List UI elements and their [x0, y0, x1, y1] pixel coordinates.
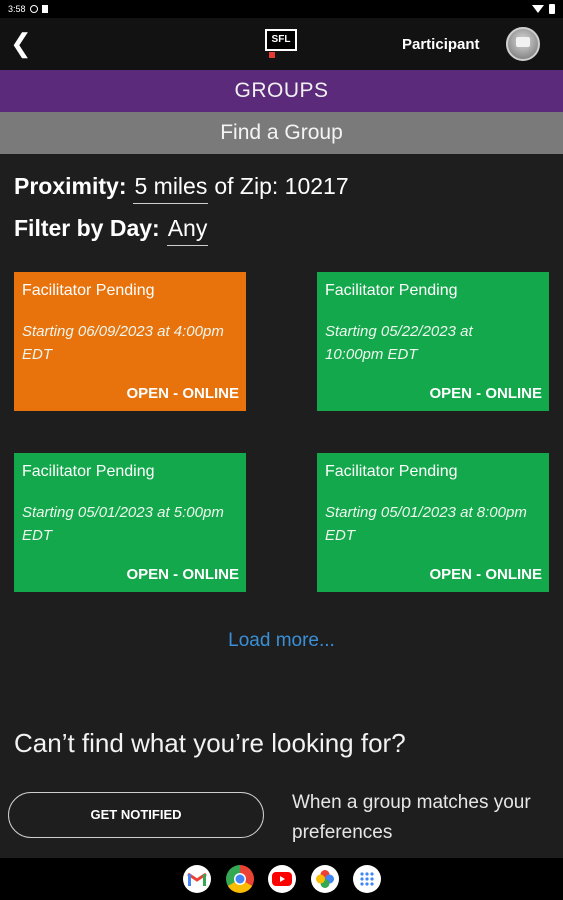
card-start-line: EDT [22, 346, 52, 363]
card-start-line: Starting 05/01/2023 at 8:00pm [325, 504, 527, 521]
card-start-line: Starting 06/09/2023 at 4:00pm [22, 323, 224, 340]
proximity-filter: Proximity: 5 miles of Zip: 10217 [14, 173, 349, 204]
chrome-icon[interactable] [226, 865, 254, 893]
card-start: Starting 05/01/2023 at 8:00pm EDT [325, 501, 541, 547]
group-card[interactable]: Facilitator Pending Starting 06/09/2023 … [14, 272, 246, 411]
logo-accent [269, 52, 275, 58]
card-start-line: Starting 05/22/2023 at [325, 323, 473, 340]
card-start: Starting 05/22/2023 at 10:00pm EDT [325, 320, 541, 366]
taskbar [0, 858, 563, 900]
proximity-label: Proximity: [14, 173, 127, 199]
sfl-logo: SFL [265, 29, 297, 51]
day-select[interactable]: Any [166, 215, 209, 246]
role-label[interactable]: Participant [402, 36, 480, 53]
load-more-link[interactable]: Load more... [0, 630, 563, 652]
day-label: Filter by Day: [14, 215, 160, 241]
youtube-icon[interactable] [268, 865, 296, 893]
apps-icon[interactable] [353, 865, 381, 893]
wifi-icon [532, 5, 544, 13]
notification-icon [29, 5, 38, 13]
card-title: Facilitator Pending [325, 282, 458, 299]
card-status: OPEN - ONLINE [126, 385, 239, 402]
group-card[interactable]: Facilitator Pending Starting 05/22/2023 … [317, 272, 549, 411]
card-start: Starting 06/09/2023 at 4:00pm EDT [22, 320, 238, 366]
get-notified-button[interactable]: GET NOTIFIED [8, 792, 264, 838]
app-bar: ❮ SFL Participant [0, 18, 563, 70]
card-status: OPEN - ONLINE [126, 566, 239, 583]
status-time: 3:58 [8, 4, 26, 14]
battery-icon [549, 4, 555, 14]
card-start-line: 10:00pm EDT [325, 346, 418, 363]
card-title: Facilitator Pending [22, 282, 155, 299]
zip-text[interactable]: of Zip: 10217 [214, 173, 348, 200]
cant-find-heading: Can’t find what you’re looking for? [14, 728, 406, 758]
groups-header: GROUPS [0, 70, 563, 112]
status-left: 3:58 [8, 4, 48, 14]
find-group-header: Find a Group [0, 112, 563, 154]
notify-description: When a group matches your preferences [292, 792, 531, 843]
group-card[interactable]: Facilitator Pending Starting 05/01/2023 … [317, 453, 549, 592]
proximity-select[interactable]: 5 miles [133, 173, 209, 204]
status-bar: 3:58 [0, 0, 563, 18]
card-start-line: Starting 05/01/2023 at 5:00pm [22, 504, 224, 521]
card-start: Starting 05/01/2023 at 5:00pm EDT [22, 501, 238, 547]
card-start-line: EDT [22, 527, 52, 544]
avatar[interactable] [506, 27, 540, 61]
card-title: Facilitator Pending [22, 463, 155, 480]
card-status: OPEN - ONLINE [429, 385, 542, 402]
card-title: Facilitator Pending [325, 463, 458, 480]
group-card[interactable]: Facilitator Pending Starting 05/01/2023 … [14, 453, 246, 592]
gmail-icon[interactable] [183, 865, 211, 893]
card-start-line: EDT [325, 527, 355, 544]
card-status: OPEN - ONLINE [429, 566, 542, 583]
sd-card-icon [41, 5, 48, 13]
photos-icon[interactable] [311, 865, 339, 893]
day-filter: Filter by Day: Any [14, 215, 209, 246]
back-arrow-icon[interactable]: ❮ [10, 28, 32, 58]
status-right [532, 4, 555, 14]
